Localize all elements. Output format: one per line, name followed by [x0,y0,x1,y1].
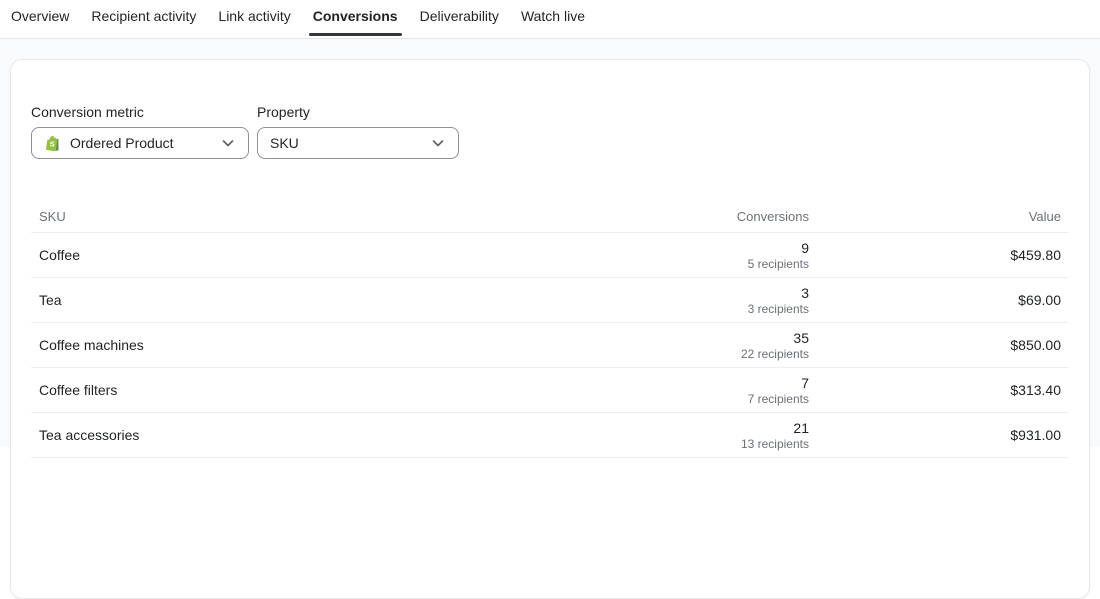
table-row: Coffee machines 35 22 recipients $850.00 [31,323,1069,368]
value-cell: $69.00 [817,278,1069,323]
sku-cell: Tea accessories [31,413,667,458]
shopify-bag-icon: S [44,135,61,152]
conversion-metric-label: Conversion metric [31,105,249,120]
conversions-count: 3 [675,285,809,301]
tab-label: Overview [11,8,69,24]
tab-overview[interactable]: Overview [10,0,70,38]
svg-text:S: S [50,139,55,148]
conversions-cell: 35 22 recipients [667,323,817,368]
tab-label: Conversions [313,8,398,24]
tab-label: Watch live [521,8,585,24]
conversions-count: 7 [675,375,809,391]
recipients-count: 3 recipients [675,302,809,316]
conversions-cell: 3 3 recipients [667,278,817,323]
sku-cell: Tea [31,278,667,323]
value-cell: $931.00 [817,413,1069,458]
tab-conversions[interactable]: Conversions [312,0,399,38]
conversions-count: 9 [675,240,809,256]
sku-cell: Coffee machines [31,323,667,368]
value-cell: $313.40 [817,368,1069,413]
tab-label: Recipient activity [91,8,196,24]
conversion-metric-select[interactable]: S Ordered Product [31,127,249,159]
property-select[interactable]: SKU [257,127,459,159]
table-row: Tea 3 3 recipients $69.00 [31,278,1069,323]
property-filter: Property SKU [257,105,459,159]
table-row: Tea accessories 21 13 recipients $931.00 [31,413,1069,458]
tab-label: Link activity [218,8,290,24]
tab-recipient-activity[interactable]: Recipient activity [90,0,197,38]
value-cell: $459.80 [817,233,1069,278]
tab-link-activity[interactable]: Link activity [217,0,291,38]
conversions-cell: 9 5 recipients [667,233,817,278]
tab-label: Deliverability [420,8,499,24]
property-label: Property [257,105,459,120]
conversions-card: Conversion metric S Ordered Product [10,59,1090,599]
table-header-row: SKU Conversions Value [31,199,1069,233]
table-row: Coffee filters 7 7 recipients $313.40 [31,368,1069,413]
sku-cell: Coffee filters [31,368,667,413]
content-area: Conversion metric S Ordered Product [0,39,1100,447]
recipients-count: 5 recipients [675,257,809,271]
conversions-table: SKU Conversions Value Coffee 9 5 recipie… [31,199,1069,458]
conversions-count: 35 [675,330,809,346]
conversion-metric-filter: Conversion metric S Ordered Product [31,105,249,159]
column-header-value: Value [817,199,1069,233]
chevron-down-icon [430,135,446,151]
tab-watch-live[interactable]: Watch live [520,0,586,38]
column-header-conversions: Conversions [667,199,817,233]
value-cell: $850.00 [817,323,1069,368]
conversions-count: 21 [675,420,809,436]
chevron-down-icon [220,135,236,151]
tab-bar: Overview Recipient activity Link activit… [0,0,1100,39]
recipients-count: 13 recipients [675,437,809,451]
table-row: Coffee 9 5 recipients $459.80 [31,233,1069,278]
recipients-count: 22 recipients [675,347,809,361]
property-value: SKU [270,135,420,151]
tab-deliverability[interactable]: Deliverability [419,0,500,38]
filters-row: Conversion metric S Ordered Product [11,105,1089,159]
conversions-cell: 21 13 recipients [667,413,817,458]
recipients-count: 7 recipients [675,392,809,406]
conversions-cell: 7 7 recipients [667,368,817,413]
column-header-sku: SKU [31,199,667,233]
conversion-metric-value: Ordered Product [70,135,210,151]
sku-cell: Coffee [31,233,667,278]
